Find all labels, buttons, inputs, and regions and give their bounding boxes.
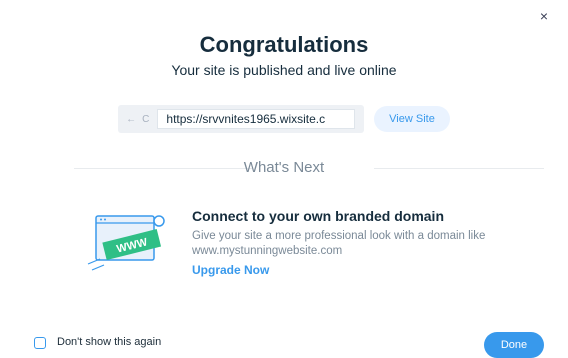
- domain-feature: Connect to your own branded domain Give …: [192, 208, 552, 279]
- browser-dot: [104, 218, 106, 221]
- motion-line: [91, 264, 105, 271]
- feature-description-line: www.mystunningwebsite.com: [192, 245, 343, 257]
- domain-illustration: WWW: [87, 215, 165, 271]
- dialog-title: Congratulations: [199, 32, 369, 57]
- motion-line: [87, 258, 101, 265]
- dont-show-again-checkbox[interactable]: [34, 337, 46, 349]
- upgrade-now-link[interactable]: Upgrade Now: [192, 263, 269, 277]
- view-site-button[interactable]: View Site: [374, 106, 450, 132]
- back-arrow-icon: ←: [126, 113, 137, 125]
- site-url-field[interactable]: https://srvvnites1965.wixsite.c: [157, 109, 356, 129]
- dont-show-again-label: Don't show this again: [57, 336, 162, 348]
- close-icon[interactable]: ×: [536, 8, 552, 24]
- feature-title: Connect to your own branded domain: [192, 208, 444, 224]
- browser-bar: ← C https://srvvnites1965.wixsite.c: [118, 105, 365, 133]
- done-button[interactable]: Done: [484, 332, 544, 358]
- browser-dot: [100, 218, 102, 221]
- url-row: ← C https://srvvnites1965.wixsite.c View…: [0, 105, 568, 133]
- divider-right: [374, 168, 544, 169]
- dialog-subtitle: Your site is published and live online: [171, 62, 397, 78]
- refresh-icon: C: [142, 113, 150, 125]
- feature-description: Give your site a more professional look …: [192, 229, 552, 259]
- cursor-circle: [153, 215, 165, 227]
- feature-description-line: Give your site a more professional look …: [192, 230, 486, 242]
